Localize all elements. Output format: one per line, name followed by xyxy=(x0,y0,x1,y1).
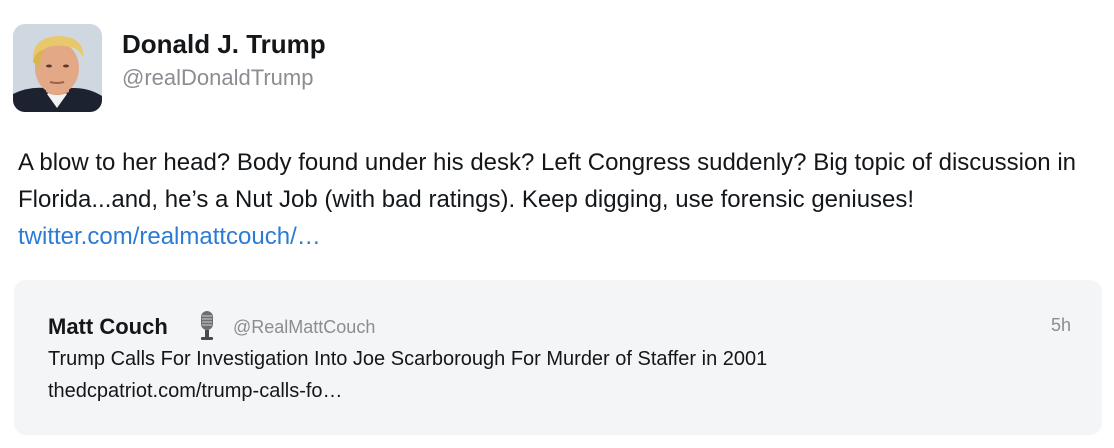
quoted-display-name: Matt Couch xyxy=(48,314,168,339)
author-display-name[interactable]: Donald J. Trump xyxy=(122,28,326,60)
quoted-tweet-link[interactable]: thedcpatriot.com/trump-calls-fo… xyxy=(48,377,343,405)
tweet-text: A blow to her head? Body found under his… xyxy=(18,144,1078,255)
tweet-body: A blow to her head? Body found under his… xyxy=(18,149,1077,213)
quoted-tweet-text: Trump Calls For Investigation Into Joe S… xyxy=(48,348,768,370)
avatar-image xyxy=(13,24,102,112)
microphone-icon xyxy=(195,310,219,342)
quoted-tweet-card[interactable]: Matt Couch @RealMattCouch 5h Trump Calls… xyxy=(14,280,1102,435)
quoted-timestamp: 5h xyxy=(1050,315,1071,335)
tweet-link[interactable]: twitter.com/realmattcouch/… xyxy=(18,223,321,250)
quoted-handle: @RealMattCouch xyxy=(233,317,376,337)
tweet: Donald J. Trump @realDonaldTrump A blow … xyxy=(0,0,1114,448)
avatar[interactable] xyxy=(13,24,102,112)
author-handle[interactable]: @realDonaldTrump xyxy=(122,64,313,92)
